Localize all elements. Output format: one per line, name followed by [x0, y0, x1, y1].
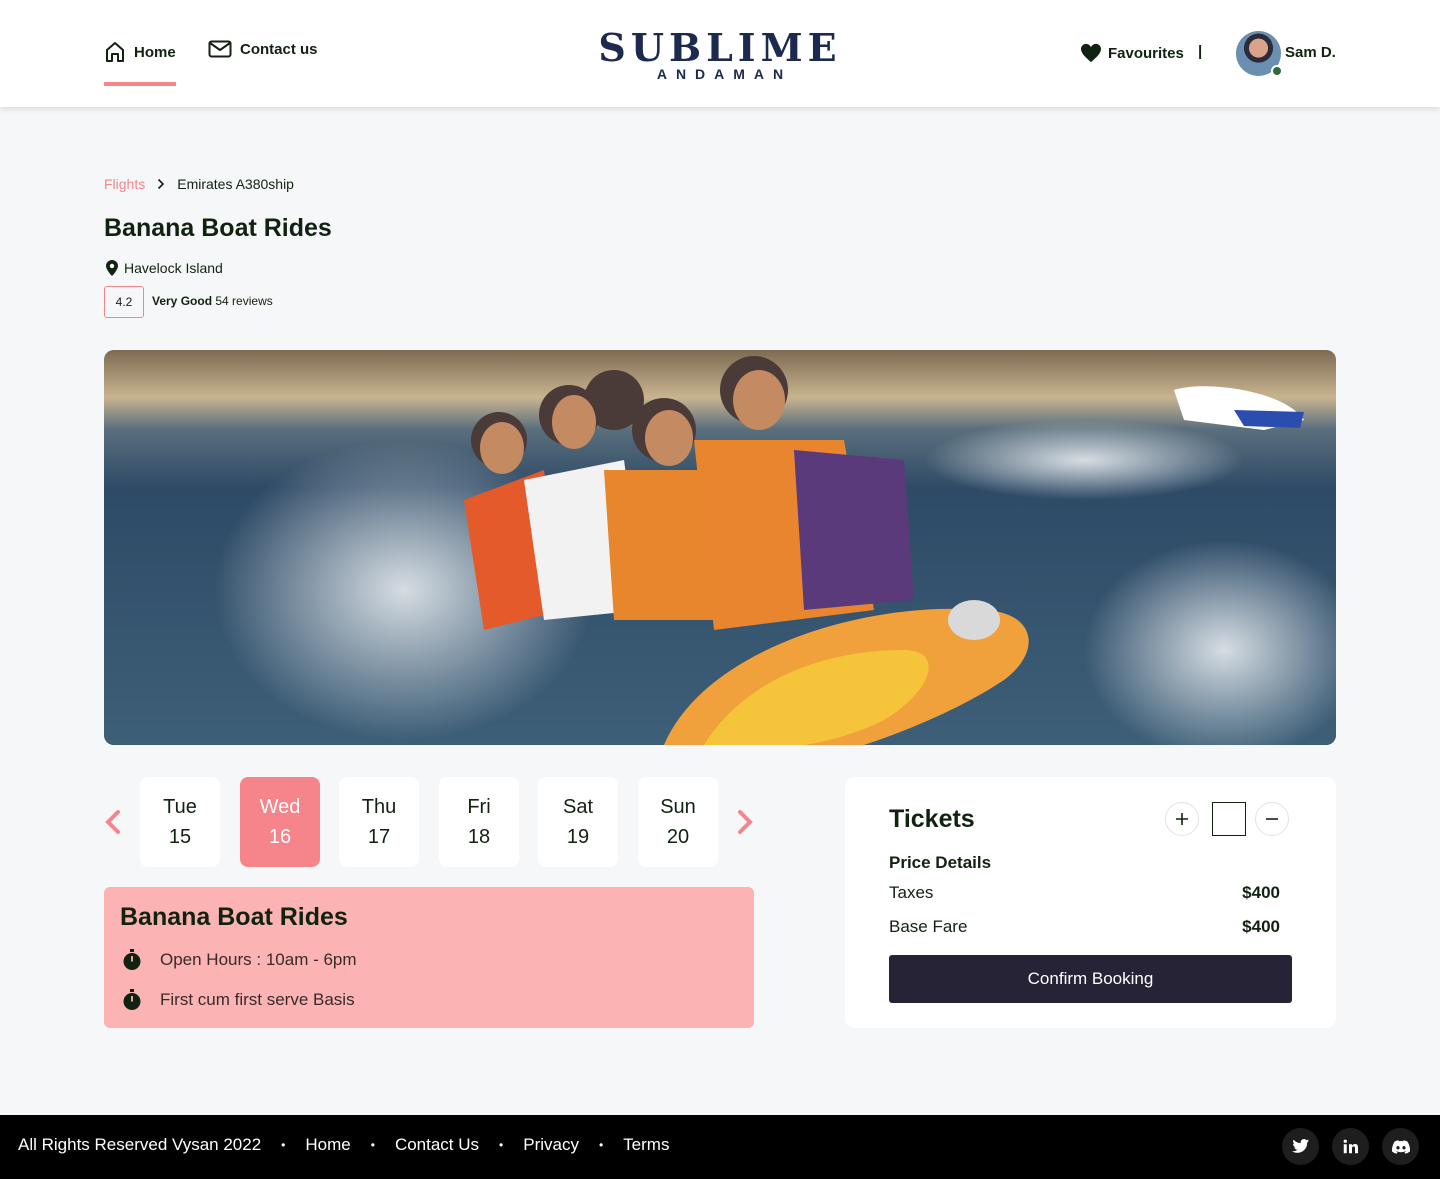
- info-title: Banana Boat Rides: [120, 903, 348, 931]
- open-hours-row: Open Hours : 10am - 6pm: [122, 949, 357, 971]
- logo-main: SUBLIME: [598, 25, 842, 70]
- breadcrumb-current: Emirates A380ship: [177, 176, 294, 192]
- banana-boat-photo: [104, 350, 1336, 745]
- discord-icon: [1391, 1139, 1410, 1154]
- stopwatch-icon: [123, 949, 141, 970]
- linkedin-button[interactable]: [1332, 1128, 1369, 1165]
- chevron-right-icon: [158, 178, 165, 190]
- next-date-arrow-icon[interactable]: [734, 808, 756, 836]
- footer-link-contact[interactable]: Contact Us: [395, 1135, 479, 1155]
- price-details-heading: Price Details: [889, 853, 992, 872]
- rating-summary: Very Good 54 reviews: [152, 294, 273, 308]
- confirm-booking-button[interactable]: Confirm Booking: [889, 955, 1292, 1003]
- location-pin-icon: [106, 260, 118, 276]
- serve-basis-text: First cum first serve Basis: [160, 990, 355, 1009]
- header: Home Contact us SUBLIME ANDAMAN Favourit…: [0, 0, 1440, 107]
- serve-basis-row: First cum first serve Basis: [122, 989, 355, 1011]
- footer-links: All Rights Reserved Vysan 2022 • Home • …: [18, 1135, 669, 1155]
- logo[interactable]: SUBLIME ANDAMAN: [0, 25, 1440, 83]
- prev-date-arrow-icon[interactable]: [102, 808, 124, 836]
- location-label: Havelock Island: [124, 260, 223, 276]
- date-number: 15: [168, 826, 192, 848]
- base-fare-row: Base Fare $400: [889, 917, 1280, 937]
- rating-score: 4.2: [104, 286, 144, 318]
- activity-photo: [104, 350, 1336, 745]
- date-option-wed-selected[interactable]: Wed 16: [240, 777, 320, 867]
- date-day-of-week: Sun: [660, 796, 696, 818]
- increase-quantity-button[interactable]: [1165, 802, 1199, 836]
- twitter-button[interactable]: [1282, 1128, 1319, 1165]
- plus-icon: [1176, 813, 1188, 825]
- date-day-of-week: Tue: [163, 796, 197, 818]
- open-hours-text: Open Hours : 10am - 6pm: [160, 950, 357, 969]
- breadcrumb: Flights Emirates A380ship: [104, 176, 294, 192]
- user-name[interactable]: Sam D.: [1285, 44, 1336, 61]
- footer: All Rights Reserved Vysan 2022 • Home • …: [0, 1115, 1440, 1179]
- footer-dot: •: [499, 1138, 504, 1152]
- footer-link-privacy[interactable]: Privacy: [523, 1135, 579, 1155]
- footer-link-terms[interactable]: Terms: [623, 1135, 669, 1155]
- taxes-label: Taxes: [889, 883, 934, 902]
- footer-dot: •: [598, 1138, 604, 1152]
- activity-info-card: Banana Boat Rides Open Hours : 10am - 6p…: [104, 887, 754, 1028]
- date-option-sun[interactable]: Sun 20: [638, 777, 718, 867]
- footer-dot: •: [370, 1138, 375, 1152]
- page-title: Banana Boat Rides: [104, 214, 332, 242]
- linkedin-icon: [1343, 1139, 1358, 1154]
- base-fare-label: Base Fare: [889, 917, 968, 936]
- online-status-icon: [1271, 65, 1283, 77]
- decrease-quantity-button[interactable]: [1255, 802, 1289, 836]
- date-number: 20: [666, 826, 690, 848]
- breadcrumb-flights[interactable]: Flights: [104, 176, 145, 192]
- stopwatch-icon: [123, 989, 141, 1010]
- footer-dot: •: [281, 1138, 286, 1152]
- avatar[interactable]: [1236, 31, 1283, 77]
- date-option-fri[interactable]: Fri 18: [439, 777, 519, 867]
- date-day-of-week: Wed: [259, 796, 301, 818]
- header-separator: |: [1198, 43, 1203, 60]
- tickets-title: Tickets: [889, 805, 975, 833]
- base-fare-value: $400: [1242, 917, 1280, 936]
- discord-button[interactable]: [1382, 1128, 1419, 1165]
- date-number: 19: [566, 826, 590, 848]
- rating-label: Very Good: [152, 294, 213, 308]
- tickets-card: Tickets Price Details Taxes $400 Base Fa…: [845, 777, 1336, 1028]
- twitter-icon: [1291, 1139, 1309, 1153]
- date-day-of-week: Thu: [361, 796, 397, 818]
- date-option-sat[interactable]: Sat 19: [538, 777, 618, 867]
- footer-link-home[interactable]: Home: [305, 1135, 350, 1155]
- date-day-of-week: Fri: [467, 796, 491, 818]
- date-number: 18: [467, 826, 491, 848]
- date-number: 16: [268, 826, 292, 848]
- review-count: 54 reviews: [215, 294, 273, 308]
- date-option-tue[interactable]: Tue 15: [140, 777, 220, 867]
- minus-icon: [1266, 818, 1278, 820]
- date-option-thu[interactable]: Thu 17: [339, 777, 419, 867]
- ticket-quantity-input[interactable]: [1212, 802, 1246, 836]
- copyright-text: All Rights Reserved Vysan 2022: [18, 1135, 262, 1154]
- taxes-value: $400: [1242, 883, 1280, 902]
- heart-icon: [1081, 43, 1101, 63]
- logo-sub: ANDAMAN: [656, 66, 793, 82]
- taxes-row: Taxes $400: [889, 883, 1280, 903]
- favourites-label: Favourites: [1108, 44, 1184, 62]
- favourites-link[interactable]: Favourites: [1080, 43, 1184, 63]
- date-number: 17: [367, 826, 391, 848]
- date-day-of-week: Sat: [562, 796, 594, 818]
- nav-active-indicator: [104, 82, 176, 86]
- location: Havelock Island: [106, 260, 223, 276]
